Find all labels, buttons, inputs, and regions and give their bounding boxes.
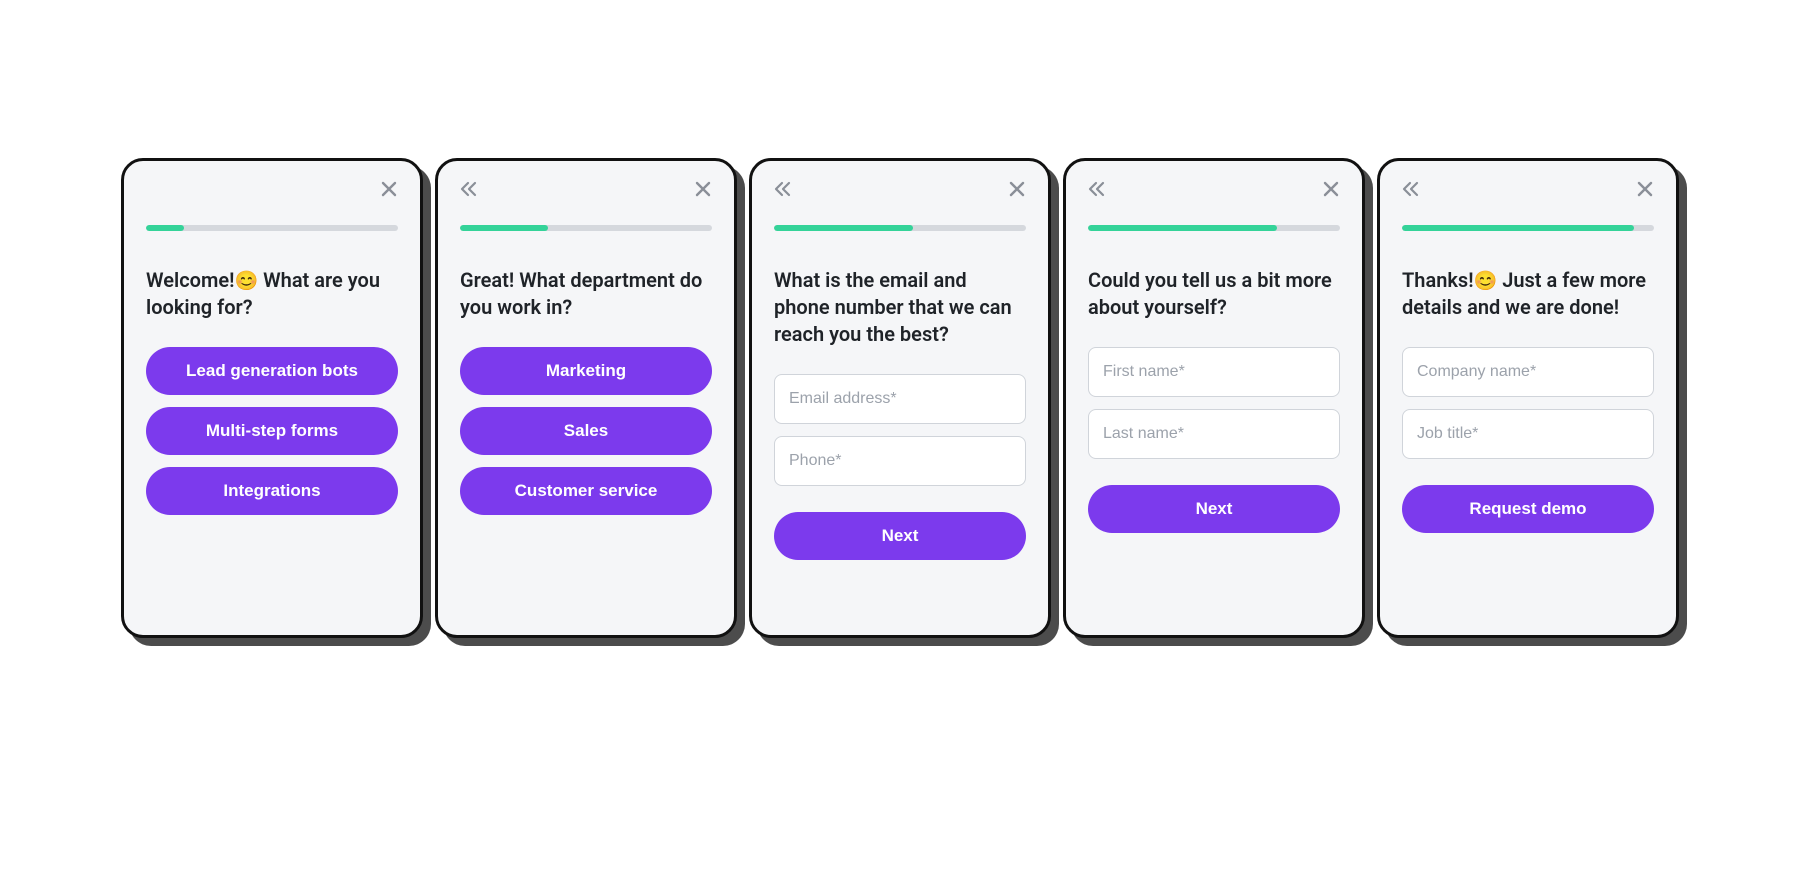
prompt-text-pre: What is the email and phone number that … <box>774 268 1012 346</box>
prompt-text-pre: Thanks! <box>1402 268 1474 292</box>
step-card-4: Could you tell us a bit more about yours… <box>1063 158 1365 638</box>
prompt-text-pre: Great! What department do you work in? <box>460 268 702 319</box>
close-icon[interactable] <box>1008 180 1026 198</box>
back-icon[interactable] <box>460 181 482 197</box>
card-header <box>460 177 712 201</box>
first-name-field[interactable] <box>1088 347 1340 397</box>
option-multi-step-forms[interactable]: Multi-step forms <box>146 407 398 455</box>
step-card-5: Thanks!😊 Just a few more details and we … <box>1377 158 1679 638</box>
close-icon[interactable] <box>694 180 712 198</box>
close-icon[interactable] <box>1636 180 1654 198</box>
phone-field[interactable] <box>774 436 1026 486</box>
progress-fill <box>774 225 913 231</box>
job-title-field[interactable] <box>1402 409 1654 459</box>
progress-fill <box>1402 225 1634 231</box>
progress-bar <box>146 225 398 231</box>
card-header <box>1402 177 1654 201</box>
input-list <box>1088 347 1340 459</box>
step-prompt: Could you tell us a bit more about yours… <box>1088 267 1340 321</box>
company-name-field[interactable] <box>1402 347 1654 397</box>
step-card-3: What is the email and phone number that … <box>749 158 1051 638</box>
next-button[interactable]: Next <box>774 512 1026 560</box>
step-prompt: Great! What department do you work in? <box>460 267 712 321</box>
prompt-text-pre: Welcome! <box>146 268 234 292</box>
step-prompt: Welcome!😊 What are you looking for? <box>146 267 398 321</box>
email-field[interactable] <box>774 374 1026 424</box>
input-list <box>774 374 1026 486</box>
option-integrations[interactable]: Integrations <box>146 467 398 515</box>
smile-emoji-icon: 😊 <box>234 269 258 292</box>
step-prompt: What is the email and phone number that … <box>774 267 1026 348</box>
card-header <box>1088 177 1340 201</box>
step-prompt: Thanks!😊 Just a few more details and we … <box>1402 267 1654 321</box>
back-icon[interactable] <box>774 181 796 197</box>
next-button[interactable]: Next <box>1088 485 1340 533</box>
request-demo-button[interactable]: Request demo <box>1402 485 1654 533</box>
progress-bar <box>460 225 712 231</box>
option-sales[interactable]: Sales <box>460 407 712 455</box>
step-card-1: Welcome!😊 What are you looking for? Lead… <box>121 158 423 638</box>
input-list <box>1402 347 1654 459</box>
option-list: Lead generation bots Multi-step forms In… <box>146 347 398 515</box>
card-header <box>774 177 1026 201</box>
back-icon[interactable] <box>1088 181 1110 197</box>
option-customer-service[interactable]: Customer service <box>460 467 712 515</box>
card-header <box>146 177 398 201</box>
option-lead-generation-bots[interactable]: Lead generation bots <box>146 347 398 395</box>
option-list: Marketing Sales Customer service <box>460 347 712 515</box>
progress-fill <box>146 225 184 231</box>
progress-bar <box>1402 225 1654 231</box>
last-name-field[interactable] <box>1088 409 1340 459</box>
progress-bar <box>774 225 1026 231</box>
prompt-text-pre: Could you tell us a bit more about yours… <box>1088 268 1332 319</box>
step-card-2: Great! What department do you work in? M… <box>435 158 737 638</box>
progress-fill <box>460 225 548 231</box>
close-icon[interactable] <box>1322 180 1340 198</box>
progress-fill <box>1088 225 1277 231</box>
close-icon[interactable] <box>380 180 398 198</box>
back-icon[interactable] <box>1402 181 1424 197</box>
progress-bar <box>1088 225 1340 231</box>
option-marketing[interactable]: Marketing <box>460 347 712 395</box>
smile-emoji-icon: 😊 <box>1474 269 1498 292</box>
